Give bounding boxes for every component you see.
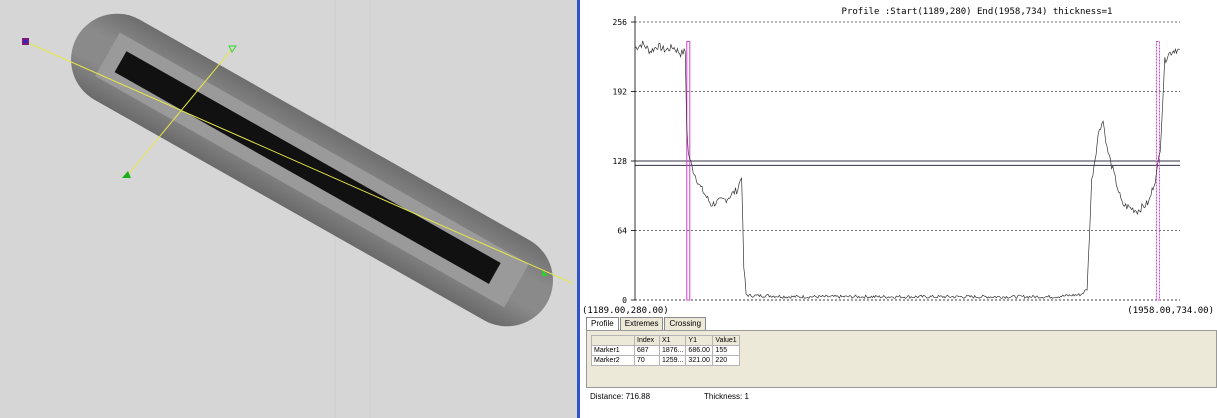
table-cell: 70 <box>634 355 660 366</box>
chart-series <box>634 40 1180 300</box>
table-cell: Marker2 <box>591 355 635 366</box>
y-tick-label: 64 <box>617 227 627 236</box>
table-header-cell <box>591 335 635 346</box>
table-cell: 1259... <box>658 355 687 366</box>
table-cell: 1876... <box>658 345 687 356</box>
profile-series-line <box>634 40 1180 300</box>
table-header-cell: X1 <box>658 335 687 346</box>
y-tick-label: 0 <box>622 296 627 305</box>
xray-image-view[interactable] <box>0 0 577 418</box>
table-row[interactable]: Marker2 70 1259... 321.00 220 <box>591 355 741 366</box>
chart-title: Profile :Start(1189,280) End(1958,734) t… <box>842 7 1113 17</box>
tab-crossing[interactable]: Crossing <box>664 317 707 330</box>
tab-strip: Profile Extremes Crossing <box>586 317 707 330</box>
distance-readout: Distance: 716.88 <box>590 392 651 401</box>
table-header-cell: Index <box>634 335 660 346</box>
table-cell: Marker1 <box>591 345 635 356</box>
chart-gridlines <box>635 21 1180 231</box>
profile-chart: Profile :Start(1189,280) End(1958,734) t… <box>582 7 1214 316</box>
status-bar: Distance: 716.88 Thickness: 1 <box>586 390 1217 404</box>
table-cell: 686.00 <box>685 345 714 356</box>
thickness-readout: Thickness: 1 <box>704 392 749 401</box>
table-row[interactable]: Marker1 687 1876... 686.00 155 <box>591 345 741 356</box>
y-tick-label: 256 <box>613 18 628 27</box>
tab-profile[interactable]: Profile <box>586 317 619 330</box>
table-cell: 220 <box>712 355 741 366</box>
table-cell: 155 <box>712 345 741 356</box>
table-cell: 687 <box>634 345 660 356</box>
table-header-cell: Y1 <box>685 335 714 346</box>
marker-panel: Index X1 Y1 Value1 Marker1 687 1876... 6… <box>586 330 1217 388</box>
table-header-cell: Value1 <box>712 335 741 346</box>
table-header-row: Index X1 Y1 Value1 <box>591 335 741 346</box>
marker-table: Index X1 Y1 Value1 Marker1 687 1876... 6… <box>591 335 741 366</box>
marker-1 <box>686 41 691 301</box>
profile-panel: Profile :Start(1189,280) End(1958,734) t… <box>580 0 1217 418</box>
y-tick-label: 192 <box>613 88 628 97</box>
table-cell: 321.00 <box>685 355 714 366</box>
start-coordinate-label: (1189.00,280.00) <box>582 306 669 316</box>
y-tick-label: 128 <box>613 157 628 166</box>
tab-extremes[interactable]: Extremes <box>619 317 664 330</box>
end-coordinate-label: (1958.00,734.00) <box>1127 306 1214 316</box>
